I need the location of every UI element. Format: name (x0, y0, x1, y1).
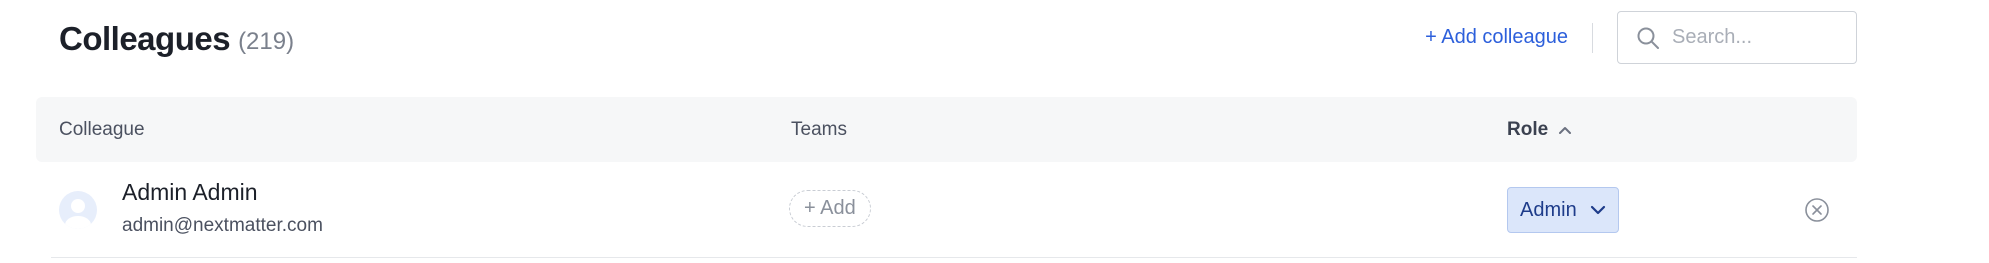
page-title: Colleagues (59, 20, 231, 57)
chevron-down-icon (1590, 205, 1606, 215)
column-header-role-label: Role (1507, 118, 1549, 140)
colleague-email: admin@nextmatter.com (122, 215, 323, 236)
column-header-teams[interactable]: Teams (791, 97, 847, 162)
header-actions: + Add colleague (1425, 11, 1857, 64)
column-header-role[interactable]: Role (1507, 97, 1572, 162)
divider (1592, 22, 1593, 53)
table-header: Colleague Teams Role (36, 97, 1857, 162)
add-team-button[interactable]: + Add (789, 190, 871, 227)
colleague-count: (219) (238, 28, 295, 55)
remove-circle-icon[interactable] (1804, 197, 1830, 223)
chevron-up-icon (1559, 126, 1572, 134)
search-input[interactable] (1672, 26, 1842, 49)
role-dropdown[interactable]: Admin (1507, 187, 1619, 233)
role-value: Admin (1520, 198, 1577, 221)
search-box[interactable] (1617, 11, 1857, 64)
page-header: Colleagues (219) (59, 14, 294, 64)
colleague-name: Admin Admin (122, 179, 258, 205)
search-icon (1637, 27, 1659, 49)
colleagues-page: Colleagues (219) + Add colleague Colleag… (0, 0, 1989, 263)
table-row: Admin Admin admin@nextmatter.com + Add A… (51, 166, 1857, 258)
add-colleague-button[interactable]: + Add colleague (1425, 26, 1568, 49)
column-header-colleague[interactable]: Colleague (59, 97, 145, 162)
user-avatar-icon (59, 191, 97, 229)
